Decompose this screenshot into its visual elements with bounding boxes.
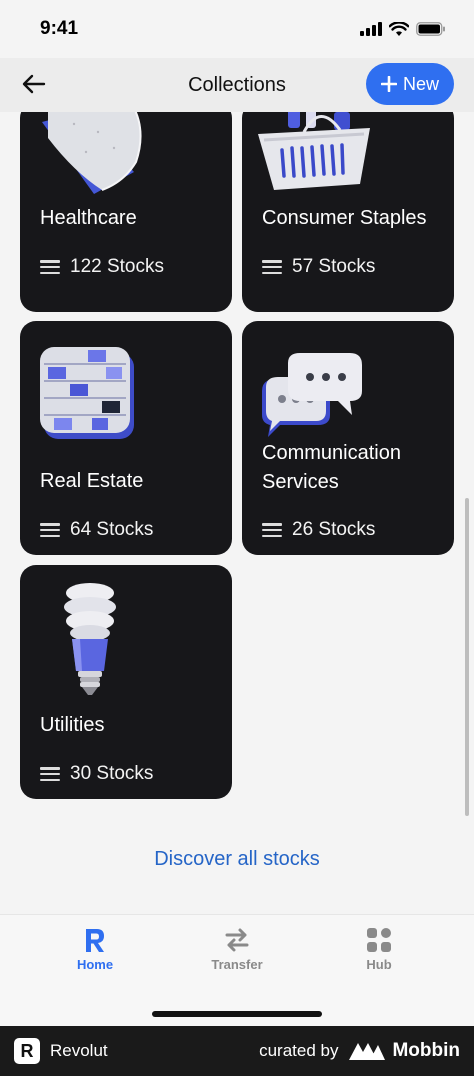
tab-label: Home <box>76 957 114 972</box>
tab-bar: Home Transfer Hub <box>0 914 474 1026</box>
tab-label: Hub <box>366 957 392 972</box>
stock-count: 26 Stocks <box>292 519 376 540</box>
collection-title-line: Communication <box>262 442 401 464</box>
tab-transfer[interactable]: Transfer <box>187 927 287 972</box>
list-icon <box>262 260 282 274</box>
collection-title: Communication Services <box>262 439 401 497</box>
collection-count: 57 Stocks <box>262 256 375 278</box>
curation-credit: curated by Mobbin <box>259 1040 460 1062</box>
tab-hub[interactable]: Hub <box>329 927 429 972</box>
hub-grid-icon <box>367 928 391 952</box>
collection-card-real-estate[interactable]: Real Estate 64 Stocks <box>20 321 232 555</box>
stock-count: 30 Stocks <box>70 763 154 784</box>
scrollbar[interactable] <box>465 498 469 816</box>
collection-title: Consumer Staples <box>262 207 427 229</box>
status-bar: 9:41 <box>0 0 474 58</box>
tab-home[interactable]: Home <box>45 927 145 972</box>
cellular-signal-icon <box>360 22 382 36</box>
home-indicator <box>152 1011 322 1017</box>
collection-title-line: Services <box>262 471 339 493</box>
battery-icon <box>416 22 445 36</box>
back-arrow-icon <box>22 74 46 94</box>
list-icon <box>40 523 60 537</box>
brand: R Revolut <box>14 1038 108 1064</box>
back-button[interactable] <box>18 68 50 100</box>
plus-icon <box>380 76 397 92</box>
stock-count: 64 Stocks <box>70 519 154 540</box>
stock-count: 57 Stocks <box>292 256 376 277</box>
collection-card-healthcare[interactable]: Healthcare 122 Stocks <box>20 112 232 312</box>
collection-count: 122 Stocks <box>40 256 164 278</box>
collection-count: 64 Stocks <box>40 519 153 541</box>
collection-title: Real Estate <box>40 470 144 492</box>
collection-card-consumer-staples[interactable]: Consumer Staples 57 Stocks <box>242 112 454 312</box>
chat-bubbles-icon <box>262 353 362 437</box>
navigation-bar: Collections New <box>0 58 474 112</box>
new-collection-button[interactable]: New <box>366 63 454 105</box>
brand-name: Revolut <box>50 1041 108 1060</box>
transfer-arrows-icon <box>225 928 249 952</box>
list-icon <box>40 767 60 781</box>
wifi-icon <box>389 21 409 36</box>
tab-label: Transfer <box>211 957 263 972</box>
list-icon <box>262 523 282 537</box>
mobbin-mark-icon <box>349 1043 386 1060</box>
collection-title: Healthcare <box>40 207 137 229</box>
attribution-footer: R Revolut curated by Mobbin <box>0 1026 474 1076</box>
discover-all-stocks-link[interactable]: Discover all stocks <box>0 848 474 871</box>
collection-count: 26 Stocks <box>262 519 375 541</box>
shopping-basket-icon <box>258 112 370 190</box>
list-icon <box>40 260 60 274</box>
page-title: Collections <box>188 73 286 96</box>
brick-wall-icon <box>40 347 134 439</box>
curated-by-label: curated by <box>259 1041 339 1060</box>
healthcare-shield-icon <box>42 112 142 194</box>
collection-card-utilities[interactable]: Utilities 30 Stocks <box>20 565 232 799</box>
mobbin-name: Mobbin <box>392 1040 460 1061</box>
collection-title: Utilities <box>40 714 105 736</box>
collection-card-communication-services[interactable]: Communication Services 26 Stocks <box>242 321 454 555</box>
mobbin-logo: Mobbin <box>348 1040 460 1062</box>
collection-count: 30 Stocks <box>40 763 153 785</box>
status-time: 9:41 <box>40 18 79 39</box>
new-button-label: New <box>402 73 439 94</box>
revolut-r-icon <box>86 929 104 952</box>
revolut-logo-icon: R <box>14 1038 40 1064</box>
stock-count: 122 Stocks <box>70 256 164 277</box>
status-icons <box>360 21 446 37</box>
light-bulb-icon <box>64 583 116 695</box>
collections-scroll-area[interactable]: Healthcare 122 Stocks Consumer Staples 5… <box>0 112 474 914</box>
